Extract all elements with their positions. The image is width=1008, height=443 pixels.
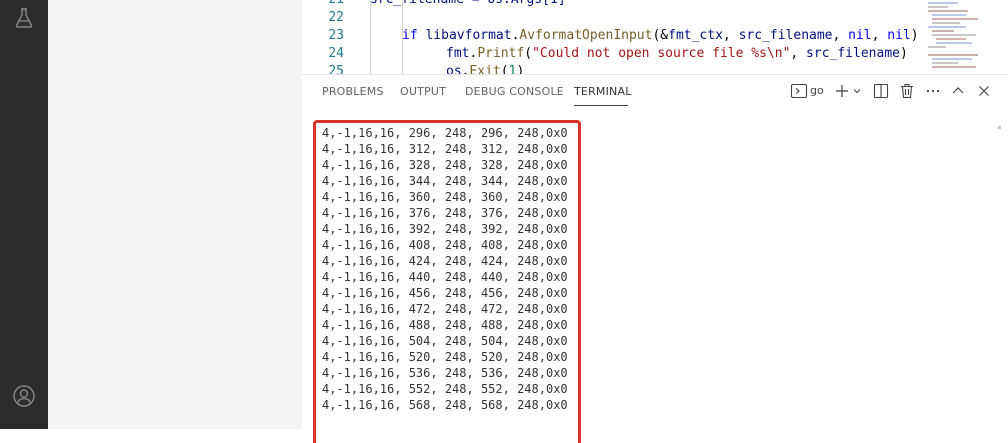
activity-bar: [0, 0, 48, 429]
code-editor[interactable]: 21 22 23 24 25 src_filename = os.Args[1]…: [302, 0, 1008, 74]
highlight-box: [313, 120, 581, 443]
code-line: fmt.Printf("Could not open source file %…: [446, 46, 908, 61]
tab-output[interactable]: OUTPUT: [400, 85, 446, 98]
panel-tabs: PROBLEMS OUTPUT DEBUG CONSOLE TERMINAL g…: [302, 75, 1008, 109]
code-line: src_filename = os.Args[1]: [370, 0, 566, 9]
tab-debug-console[interactable]: DEBUG CONSOLE: [465, 85, 564, 98]
line-number: 24: [328, 46, 344, 61]
plus-icon[interactable]: [834, 82, 850, 100]
code-line: if libavformat.AvformatOpenInput(&fmt_ct…: [402, 28, 919, 43]
tab-terminal[interactable]: TERMINAL: [574, 85, 632, 98]
trash-icon[interactable]: [899, 82, 915, 100]
close-icon[interactable]: [976, 82, 992, 100]
minimap[interactable]: [914, 0, 994, 74]
flask-icon[interactable]: [12, 6, 36, 30]
line-number: 21: [328, 0, 344, 9]
account-icon[interactable]: [12, 384, 36, 408]
terminal-icon[interactable]: [790, 82, 808, 100]
line-number: 22: [328, 10, 344, 25]
chevron-up-icon[interactable]: [950, 82, 966, 100]
sidebar: [48, 0, 302, 429]
tab-problems[interactable]: PROBLEMS: [322, 85, 384, 98]
bottom-panel: PROBLEMS OUTPUT DEBUG CONSOLE TERMINAL g…: [302, 75, 1008, 443]
scrollbar-indicator: [998, 126, 1001, 129]
line-number: 23: [328, 28, 344, 43]
active-tab-indicator: [574, 105, 628, 106]
line-number: 25: [328, 64, 344, 74]
more-icon[interactable]: [925, 82, 941, 100]
code-area[interactable]: src_filename = os.Args[1] if libavformat…: [370, 0, 919, 74]
terminal-name[interactable]: go: [810, 84, 824, 97]
code-line: os.Exit(1): [446, 64, 525, 74]
chevron-down-icon[interactable]: [852, 82, 862, 100]
line-number-gutter: 21 22 23 24 25: [302, 0, 362, 74]
split-icon[interactable]: [873, 82, 889, 100]
